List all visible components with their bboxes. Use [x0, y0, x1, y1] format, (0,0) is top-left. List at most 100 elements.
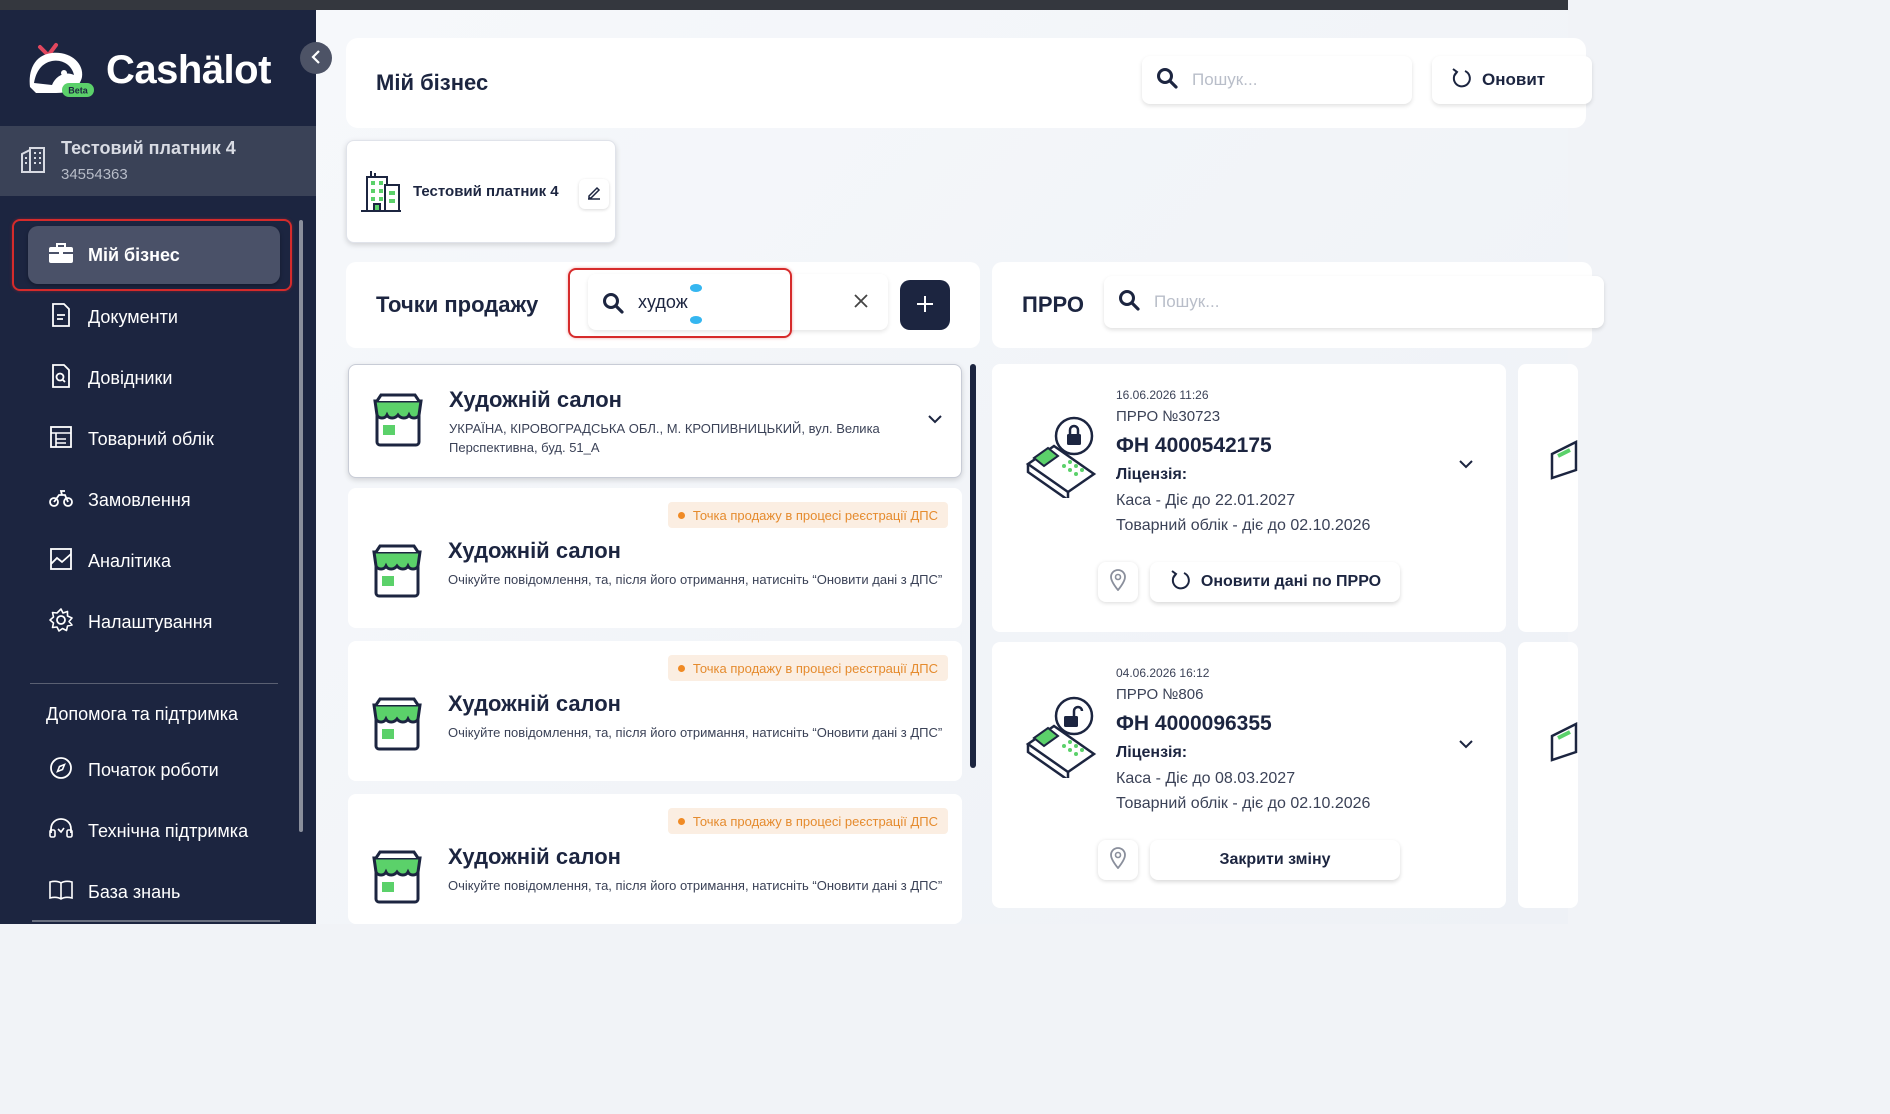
sidebar-item-getting-started[interactable]: Початок роботи [28, 741, 280, 799]
license-label: Ліцензія: [1116, 466, 1188, 483]
sidebar-item-label: Початок роботи [88, 759, 219, 780]
map-pin-icon [1109, 568, 1127, 596]
sidebar-item-documents[interactable]: Документи [28, 288, 280, 346]
sales-point-message: Очікуйте повідомлення, та, після його от… [448, 878, 943, 893]
pencil-icon [586, 184, 602, 205]
prro-card[interactable]: 04.06.2026 16:12 ПРРО №806 ФН 4000096355… [992, 642, 1506, 908]
sidebar-item-label: Довідники [88, 367, 173, 388]
status-dot [677, 664, 685, 672]
sales-point-card[interactable]: Точка продажу в процесі реєстрації ДПС Х… [348, 794, 962, 924]
company-switcher[interactable]: Тестовий платник 4 34554363 [0, 126, 316, 196]
shop-icon [370, 544, 424, 605]
search-placeholder: Пошук... [1192, 70, 1258, 89]
header-search-input[interactable]: Пошук... [1142, 56, 1412, 104]
license-cash: Каса - Діє до 08.03.2027 [1116, 770, 1296, 787]
plus-icon [915, 288, 935, 322]
sidebar-item-my-business[interactable]: Мій бізнес [28, 226, 280, 284]
search-icon [1118, 289, 1140, 316]
prro-number: ПРРО №806 [1116, 686, 1204, 703]
prro-card-partial[interactable] [1518, 364, 1578, 632]
status-dot [677, 511, 685, 519]
status-dot [677, 817, 685, 825]
cash-register-icon [1548, 721, 1578, 767]
chevron-down-icon[interactable] [927, 411, 943, 427]
sales-point-address: УКРАЇНА, КІРОВОГРАДСЬКА ОБЛ., М. КРОПИВН… [449, 421, 880, 455]
sidebar-item-label: Технічна підтримка [88, 820, 249, 841]
sidebar-item-orders[interactable]: Замовлення [28, 471, 280, 529]
whale-logo-icon: Beta [26, 41, 96, 99]
prro-card[interactable]: 16.06.2026 11:26 ПРРО №30723 ФН 40005421… [992, 364, 1506, 632]
page-header: Мій бізнес Пошук... Оновит [346, 38, 1592, 128]
prro-date: 16.06.2026 11:26 [1116, 388, 1209, 402]
shop-icon [371, 393, 425, 454]
sidebar-item-inventory[interactable]: Товарний облік [28, 410, 280, 468]
warehouse-icon [48, 424, 74, 455]
brand-logo[interactable]: Beta Cashälot [26, 40, 271, 100]
update-prro-label: Оновити дані по ПРРО [1200, 573, 1382, 590]
prro-number: ПРРО №30723 [1116, 408, 1221, 425]
sidebar-scrollbar[interactable] [299, 220, 303, 832]
beta-badge: Beta [68, 86, 89, 96]
status-text: Точка продажу в процесі реєстрації ДПС [692, 660, 938, 676]
location-pin-button[interactable] [1098, 840, 1138, 880]
sales-point-title: Художній салон [448, 844, 621, 869]
prro-fiscal-number: ФН 4000096355 [1116, 712, 1272, 735]
document-icon [48, 302, 74, 333]
sales-point-title: Художній салон [448, 538, 621, 563]
refresh-icon [1450, 67, 1472, 94]
close-shift-label: Закрити зміну [1219, 851, 1331, 868]
sidebar-item-settings[interactable]: Налаштування [28, 593, 280, 651]
license-inventory: Товарний облік - діє до 02.10.2026 [1116, 517, 1371, 534]
collapse-sidebar-button[interactable] [300, 42, 332, 74]
sidebar-item-label: Налаштування [88, 611, 213, 632]
status-text: Точка продажу в процесі реєстрації ДПС [692, 813, 938, 829]
sidebar-item-analytics[interactable]: Аналітика [28, 532, 280, 590]
status-badge: Точка продажу в процесі реєстрації ДПС [667, 502, 948, 528]
refresh-button[interactable]: Оновит [1432, 56, 1592, 104]
refresh-label: Оновит [1482, 70, 1546, 89]
main-content: Мій бізнес Пошук... Оновит Тестовий плат… [316, 10, 1604, 924]
close-shift-button[interactable]: Закрити зміну [1150, 840, 1400, 880]
compass-icon [48, 755, 74, 786]
prro-title: ПРРО [1022, 292, 1084, 317]
add-sales-point-button[interactable] [900, 280, 950, 330]
prro-card-partial[interactable] [1518, 642, 1578, 908]
shop-icon [370, 850, 424, 911]
sales-point-card[interactable]: Художній салон УКРАЇНА, КІРОВОГРАДСЬКА О… [348, 364, 962, 478]
headset-icon [48, 816, 74, 847]
chevron-down-icon[interactable] [1458, 456, 1474, 472]
sidebar-item-tech-support[interactable]: Технічна підтримка [28, 802, 280, 860]
edit-company-button[interactable] [579, 179, 609, 209]
window-top-bar [0, 0, 1568, 10]
cash-register-unlocked-icon [1024, 696, 1100, 783]
search-placeholder: Пошук... [1154, 292, 1220, 311]
sales-point-card[interactable]: Точка продажу в процесі реєстрації ДПС Х… [348, 488, 962, 628]
sales-points-scrollbar[interactable] [970, 364, 976, 768]
prro-search-input[interactable]: Пошук... [1104, 276, 1604, 328]
license-inventory: Товарний облік - діє до 02.10.2026 [1116, 795, 1371, 812]
update-prro-button[interactable]: Оновити дані по ПРРО [1150, 562, 1400, 602]
sidebar-item-label: Аналітика [88, 550, 172, 571]
document-search-icon [48, 363, 74, 394]
sidebar-item-label: База знань [88, 881, 181, 902]
chevron-left-icon [310, 48, 322, 69]
location-pin-button[interactable] [1098, 562, 1138, 602]
sidebar-item-knowledge-base[interactable]: База знань [28, 863, 280, 921]
support-section-title: Допомога та підтримка [46, 704, 238, 724]
status-badge: Точка продажу в процесі реєстрації ДПС [667, 808, 948, 834]
sidebar-divider [30, 683, 278, 684]
sidebar-item-directories[interactable]: Довідники [28, 349, 280, 407]
sales-points-title: Точки продажу [376, 292, 539, 317]
chevron-down-icon[interactable] [1458, 736, 1474, 752]
license-cash: Каса - Діє до 22.01.2027 [1116, 492, 1296, 509]
sales-point-card[interactable]: Точка продажу в процесі реєстрації ДПС Х… [348, 641, 962, 781]
sidebar-item-label: Замовлення [88, 489, 191, 510]
chart-icon [48, 546, 74, 577]
company-card[interactable]: Тестовий платник 4 [346, 140, 616, 243]
cash-register-icon [1548, 439, 1578, 485]
refresh-icon [1169, 569, 1191, 596]
sales-point-message: Очікуйте повідомлення, та, після його от… [448, 572, 943, 587]
clear-search-icon[interactable] [852, 290, 870, 316]
sales-point-title: Художній салон [448, 691, 621, 716]
sidebar-item-label: Мій бізнес [88, 244, 180, 265]
